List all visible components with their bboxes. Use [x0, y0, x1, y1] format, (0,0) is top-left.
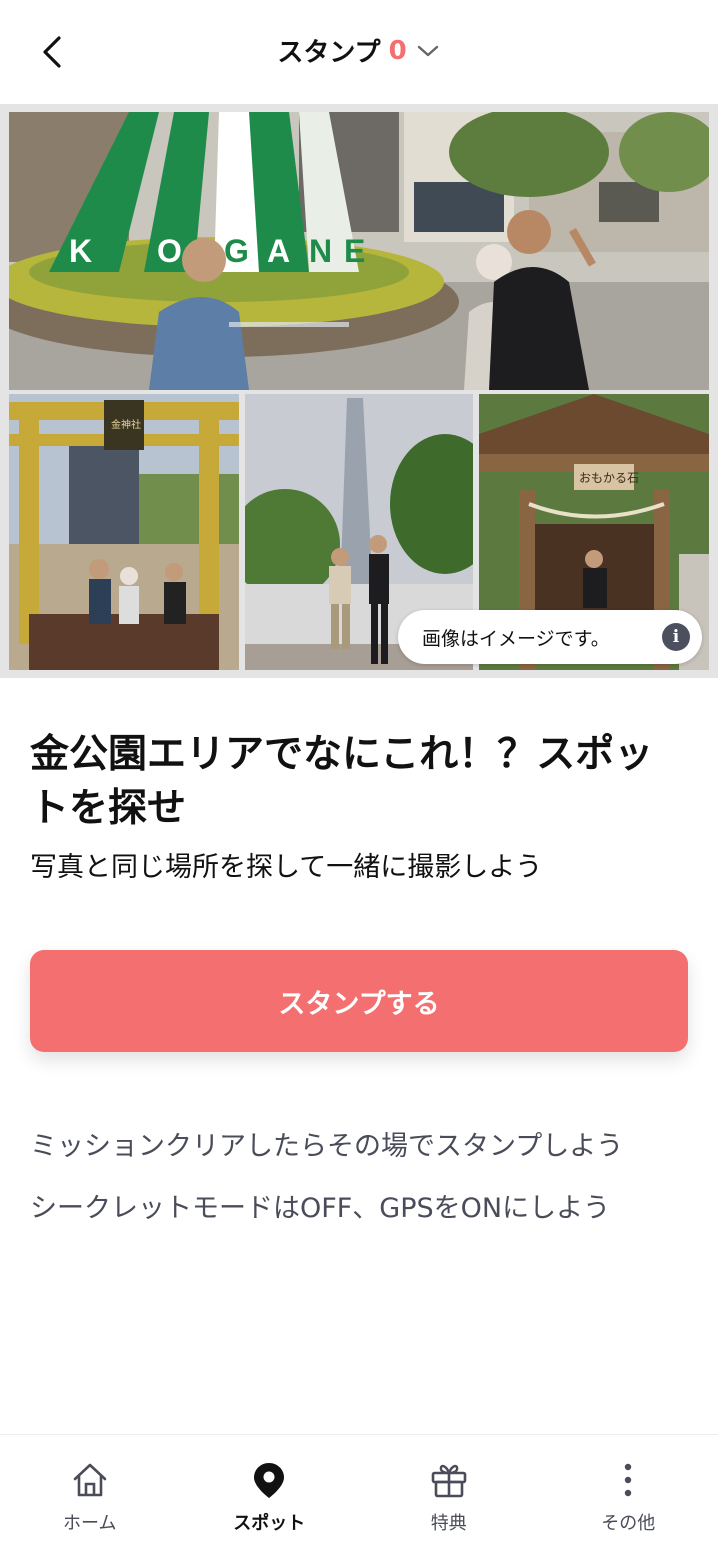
chevron-down-icon: [415, 38, 441, 64]
header-bar: スタンプ 0: [0, 0, 718, 104]
nav-item-benefits[interactable]: 特典: [359, 1435, 539, 1552]
nav-label-other: その他: [601, 1513, 656, 1534]
mission-title: 金公園エリアでなにこれ！？スポットを探せ: [30, 732, 654, 831]
svg-text:G: G: [224, 233, 249, 269]
nav-item-home[interactable]: ホーム: [0, 1435, 180, 1552]
image-disclaimer-pill[interactable]: 画像はイメージです。 i: [398, 610, 702, 664]
photo-collage: K O G A N E 金神社 おもかる石 画像はイメージです。 i: [0, 104, 718, 678]
stamp-count-dropdown[interactable]: スタンプ 0: [0, 32, 718, 69]
nav-label-benefits: 特典: [430, 1513, 467, 1534]
info-icon: i: [662, 623, 690, 651]
nav-item-other[interactable]: その他: [539, 1435, 718, 1552]
mission-subtitle: 写真と同じ場所を探して一緒に撮影しよう: [30, 852, 543, 883]
nav-item-spot[interactable]: スポット: [180, 1435, 360, 1552]
map-pin-icon: [248, 1459, 290, 1501]
stamp-button-label: スタンプする: [278, 988, 440, 1020]
svg-text:K: K: [69, 233, 92, 269]
nav-label-spot: スポット: [233, 1513, 306, 1534]
svg-text:O: O: [157, 233, 182, 269]
stamp-button[interactable]: スタンプする: [30, 950, 688, 1052]
nav-label-home: ホーム: [63, 1513, 117, 1534]
torii-photo: 金神社: [9, 394, 239, 670]
more-vertical-icon: [607, 1459, 649, 1501]
home-icon: [69, 1459, 111, 1501]
bottom-nav: ホーム スポット 特典 その他: [0, 1434, 718, 1552]
svg-text:N: N: [309, 233, 332, 269]
main-photo: K O G A N E: [9, 112, 709, 390]
svg-text:おもかる石: おもかる石: [579, 471, 639, 485]
stamp-count: 0: [388, 35, 407, 66]
svg-text:E: E: [344, 233, 365, 269]
svg-text:金神社: 金神社: [111, 418, 141, 431]
guide-text: ミッションクリアしたらその場でスタンプしよう シークレットモードはOFF、GPS…: [30, 1116, 710, 1240]
image-disclaimer-text: 画像はイメージです。: [422, 627, 610, 650]
gift-icon: [428, 1459, 470, 1501]
svg-text:A: A: [267, 233, 290, 269]
page-title: スタンプ: [277, 38, 381, 68]
guide-line-2: シークレットモードはOFF、GPSをONにしよう: [30, 1193, 611, 1224]
guide-line-1: ミッションクリアしたらその場でスタンプしよう: [30, 1131, 624, 1162]
